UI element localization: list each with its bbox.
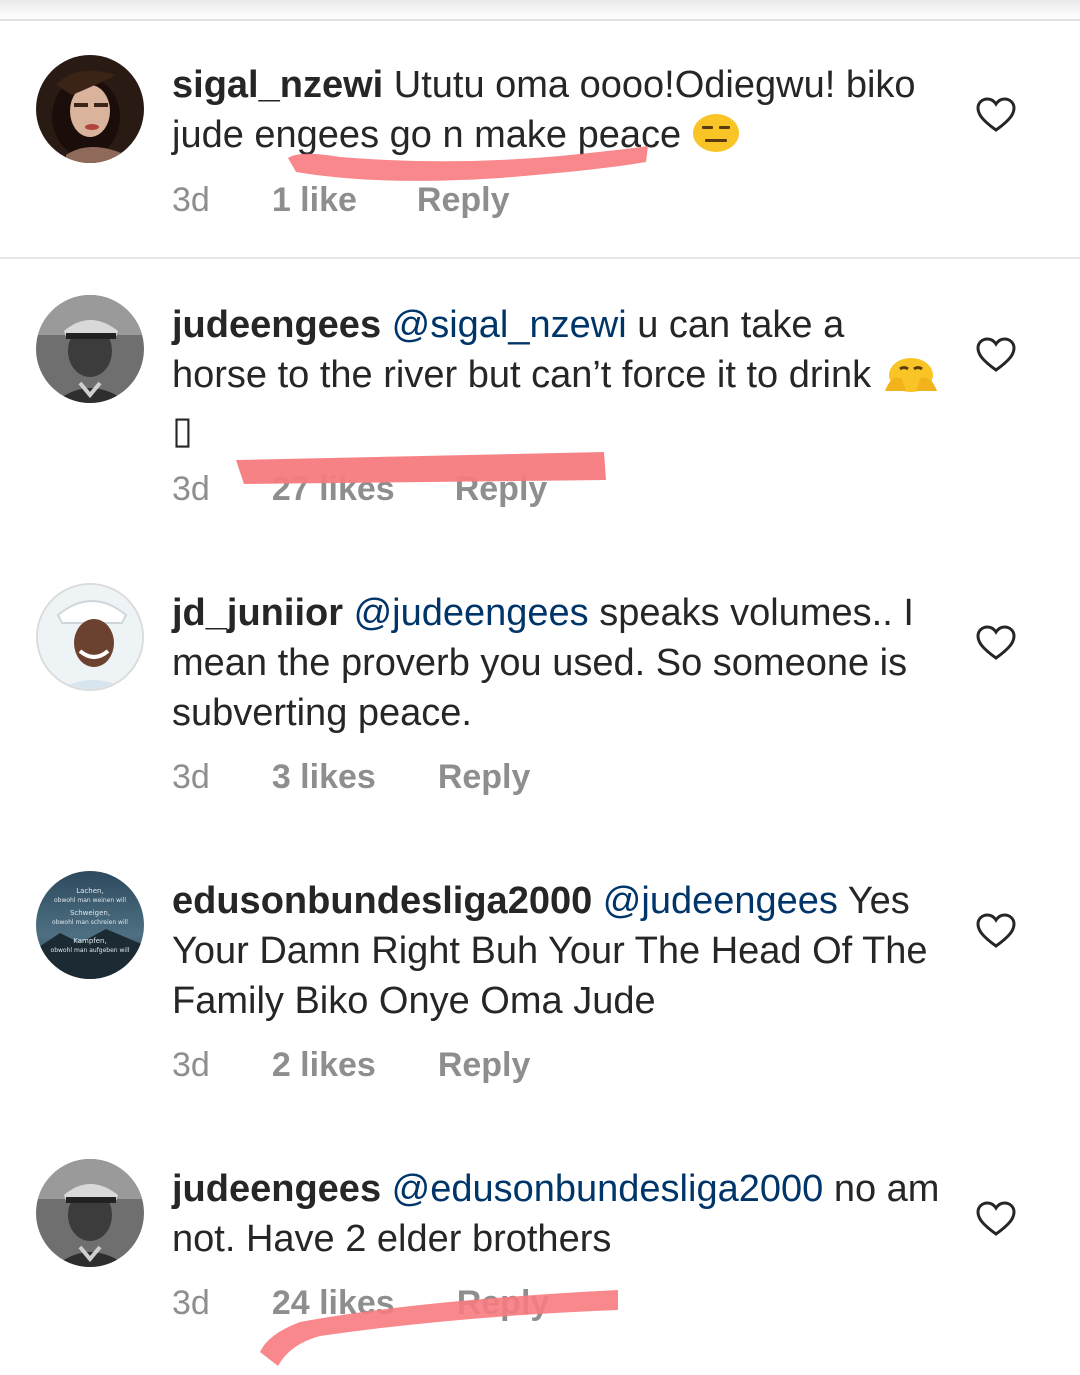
reply-button[interactable]: Reply [438,752,531,802]
timestamp: 3d [172,1284,210,1322]
comment-meta: 3d 1 like Reply [172,175,510,225]
avatar[interactable] [36,55,144,163]
heart-icon[interactable] [976,97,1016,133]
likes-count[interactable]: 2 likes [272,1040,376,1090]
mention-link[interactable]: @edusonbundesliga2000 [392,1168,824,1210]
avatar[interactable]: Lachen, obwohl man weinen will Schweigen… [36,871,144,979]
avatar-caption: obwohl man schreien will [52,919,128,926]
avatar[interactable] [36,583,144,691]
hands-on-face-icon [882,353,940,406]
heart-icon[interactable] [976,337,1016,373]
heart-icon[interactable] [976,625,1016,661]
comment-text: judeengees @edusonbundesliga2000 no am n… [172,1164,942,1264]
comment-text: edusonbundesliga2000 @judeengees Yes You… [172,876,942,1026]
avatar-caption: Lachen, [76,887,103,895]
comment-meta: 3d 24 likes Reply [172,1278,549,1328]
avatar-caption: Kampfen, [73,937,106,945]
timestamp: 3d [172,181,210,219]
mention-link[interactable]: @judeengees [354,592,589,634]
comment-meta: 3d 2 likes Reply [172,1040,530,1090]
likes-count[interactable]: 27 likes [272,464,395,514]
reply-button[interactable]: Reply [438,1040,531,1090]
mention-link[interactable]: @judeengees [603,880,838,922]
likes-count[interactable]: 24 likes [272,1278,395,1328]
comment-text: sigal_nzewi Ututu oma oooo!Odiegwu! biko… [172,60,942,166]
avatar[interactable] [36,295,144,403]
comment-text: judeengees @sigal_nzewi u can take a hor… [172,300,942,456]
top-edge [0,0,1080,20]
heart-icon[interactable] [976,1201,1016,1237]
avatar-caption: Schweigen, [70,909,110,917]
comment-meta: 3d 3 likes Reply [172,752,530,802]
heart-icon[interactable] [976,913,1016,949]
username[interactable]: judeengees [172,1168,381,1210]
comment-meta: 3d 27 likes Reply [172,464,547,514]
likes-count[interactable]: 1 like [272,175,357,225]
timestamp: 3d [172,1046,210,1084]
reply-button[interactable]: Reply [417,175,510,225]
reply-button[interactable]: Reply [457,1278,550,1328]
timestamp: 3d [172,758,210,796]
mention-link[interactable]: @sigal_nzewi [392,304,627,346]
reply-button[interactable]: Reply [455,464,548,514]
comment-text: jd_juniior @judeengees speaks volumes.. … [172,588,942,738]
username[interactable]: judeengees [172,304,381,346]
username[interactable]: sigal_nzewi [172,64,383,106]
username[interactable]: edusonbundesliga2000 [172,880,592,922]
avatar-caption: obwohl man aufgeben will [51,947,130,954]
avatar-caption: obwohl man weinen will [54,897,126,904]
divider [0,257,1080,259]
username[interactable]: jd_juniior [172,592,343,634]
timestamp: 3d [172,470,210,508]
likes-count[interactable]: 3 likes [272,752,376,802]
expressionless-face-icon [692,113,740,166]
avatar[interactable] [36,1159,144,1267]
unrendered-glyph: ▯ [172,410,193,452]
top-divider [0,19,1080,21]
